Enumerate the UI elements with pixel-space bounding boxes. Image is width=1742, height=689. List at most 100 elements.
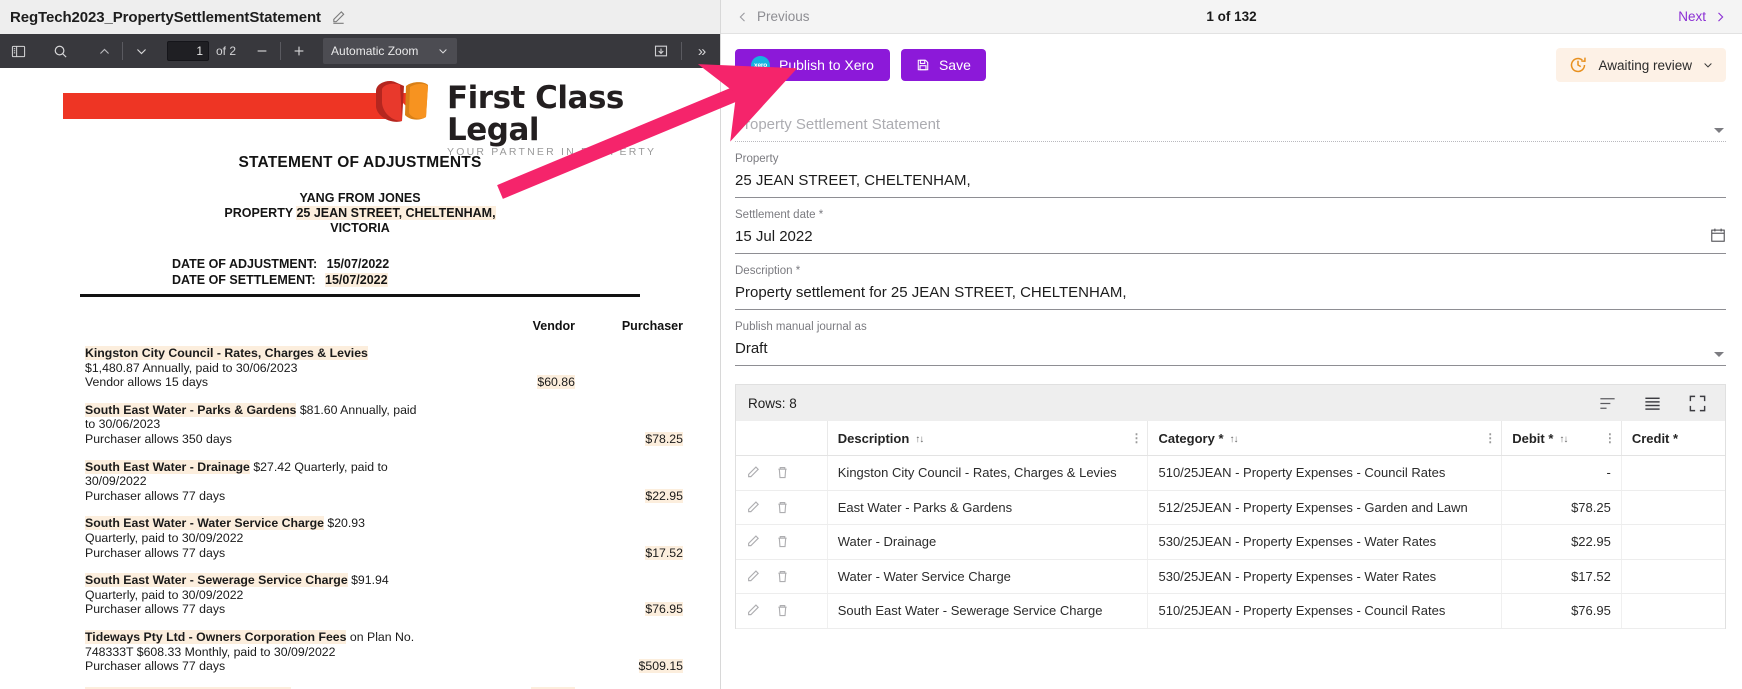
cell-category[interactable]: 512/25JEAN - Property Expenses - Garden … (1147, 490, 1503, 525)
cell-credit[interactable] (1621, 455, 1725, 491)
logo-wordmark: First Class Legal YOUR PARTNER IN PROPER… (447, 82, 720, 159)
cell-debit[interactable]: $17.52 (1501, 559, 1622, 594)
table-row[interactable]: Kingston City Council - Rates, Charges &… (736, 455, 1725, 491)
list-view-icon[interactable] (1643, 394, 1662, 413)
cell-debit[interactable]: - (1501, 455, 1622, 491)
logo-primary-text: First Class Legal (447, 80, 624, 148)
publish-journal-as-field[interactable]: Publish manual journal as Draft (735, 320, 1726, 366)
cell-debit[interactable]: $78.25 (1501, 490, 1622, 525)
cell-category[interactable]: 530/25JEAN - Property Expenses - Water R… (1147, 524, 1503, 560)
table-row[interactable]: Water - Drainage 530/25JEAN - Property Ex… (736, 524, 1725, 560)
line-item-purchaser-amount: $17.52 (645, 545, 683, 560)
pdf-toolbar: of 2 Automatic Zoom » (0, 34, 720, 68)
action-toolbar: xero Publish to Xero Save Awaiting revie… (721, 34, 1742, 82)
search-icon[interactable] (46, 38, 74, 64)
field-value[interactable]: 15 Jul 2022 (735, 222, 1726, 253)
line-item-detail: Quarterly, paid to 30/09/2022 (85, 587, 244, 602)
previous-record-button[interactable]: Previous (737, 9, 810, 24)
publish-to-xero-button[interactable]: xero Publish to Xero (735, 49, 890, 81)
table-row[interactable]: South East Water - Sewerage Service Char… (736, 593, 1725, 629)
extraction-form-pane: Previous 1 of 132 Next xero Publish to X… (721, 0, 1742, 689)
cell-description[interactable]: East Water - Parks & Gardens (827, 490, 1149, 525)
cell-credit[interactable] (1621, 524, 1725, 560)
line-item-detail: Quarterly, paid to 30/09/2022 (85, 530, 244, 545)
save-button[interactable]: Save (900, 49, 986, 81)
cell-category[interactable]: 530/25JEAN - Property Expenses - Water R… (1147, 559, 1503, 594)
document-column-headers: Vendor Purchaser (0, 319, 720, 333)
edit-row-icon[interactable] (746, 500, 761, 515)
calendar-icon[interactable] (1710, 227, 1726, 248)
edit-pencil-icon[interactable] (331, 10, 346, 25)
cell-description[interactable]: Kingston City Council - Rates, Charges &… (827, 455, 1149, 491)
field-label: Description * (735, 265, 801, 277)
status-label: Awaiting review (1598, 57, 1692, 73)
line-item-title: South East Water - Water Service Charge (85, 516, 324, 531)
next-label: Next (1678, 9, 1706, 24)
sort-indicator-icon[interactable]: ↑↓ (1559, 434, 1568, 445)
toolbar-divider-2 (280, 42, 282, 60)
zoom-level-select[interactable]: Automatic Zoom (323, 38, 458, 64)
pdf-title-bar: RegTech2023_PropertySettlementStatement (0, 0, 720, 34)
column-header-description[interactable]: Description ↑↓ ⋮ (827, 421, 1149, 456)
field-underline (735, 365, 1726, 366)
toolbar-divider (122, 42, 123, 60)
cell-description[interactable]: Water - Drainage (827, 524, 1149, 560)
edit-row-icon[interactable] (746, 569, 761, 584)
zoom-out-icon[interactable] (248, 38, 276, 64)
field-value[interactable]: Draft (735, 334, 1726, 365)
column-header-category[interactable]: Category * ↑↓ ⋮ (1147, 421, 1503, 456)
download-icon[interactable] (647, 38, 675, 64)
column-menu-icon[interactable]: ⋮ (1130, 432, 1142, 444)
cell-credit[interactable] (1621, 559, 1725, 594)
delete-row-icon[interactable] (775, 465, 790, 480)
pdf-viewer-pane: RegTech2023_PropertySettlementStatement (0, 0, 721, 689)
table-row[interactable]: East Water - Parks & Gardens 512/25JEAN -… (736, 490, 1725, 525)
party-name: YANG FROM JONES (299, 191, 421, 205)
next-page-icon[interactable] (127, 38, 155, 64)
next-record-button[interactable]: Next (1678, 9, 1726, 24)
edit-row-icon[interactable] (746, 534, 761, 549)
sidebar-toggle-icon[interactable] (4, 38, 32, 64)
settlement-statement-document: First Class Legal YOUR PARTNER IN PROPER… (0, 80, 720, 689)
edit-row-icon[interactable] (746, 465, 761, 480)
sort-indicator-icon[interactable]: ↑↓ (915, 434, 924, 445)
cell-credit[interactable] (1621, 593, 1725, 629)
cell-category[interactable]: 510/25JEAN - Property Expenses - Council… (1147, 593, 1503, 629)
delete-row-icon[interactable] (775, 500, 790, 515)
fullscreen-icon[interactable] (1688, 394, 1707, 413)
edit-row-icon[interactable] (746, 603, 761, 618)
property-field[interactable]: Property 25 JEAN STREET, CHELTENHAM, (735, 152, 1726, 198)
filter-icon[interactable] (1598, 394, 1617, 413)
more-tools-button[interactable]: » (688, 38, 716, 64)
cell-description[interactable]: Water - Water Service Charge (827, 559, 1149, 594)
property-line: PROPERTY 25 JEAN STREET, CHELTENHAM, (0, 206, 720, 221)
delete-row-icon[interactable] (775, 534, 790, 549)
previous-page-icon[interactable] (90, 38, 118, 64)
sort-indicator-icon[interactable]: ↑↓ (1230, 434, 1239, 445)
column-header-debit[interactable]: Debit * ↑↓ ⋮ (1501, 421, 1622, 456)
column-menu-icon[interactable]: ⋮ (1604, 432, 1616, 444)
previous-label: Previous (757, 9, 810, 24)
type-field[interactable]: Type Property Settlement Statement (735, 96, 1726, 142)
cell-debit[interactable]: $76.95 (1501, 593, 1622, 629)
table-row[interactable]: Water - Water Service Charge 530/25JEAN -… (736, 559, 1725, 594)
delete-row-icon[interactable] (775, 569, 790, 584)
field-label: Publish manual journal as (735, 321, 867, 333)
table-header-row: Description ↑↓ ⋮ Category * ↑↓ ⋮ Debit * ↑↓ ⋮ Cre… (736, 421, 1725, 456)
field-value[interactable]: Property settlement for 25 JEAN STREET, … (735, 278, 1726, 309)
page-number-input[interactable] (167, 41, 209, 61)
line-item-title: South East Water - Sewerage Service Char… (85, 573, 348, 588)
cell-description[interactable]: South East Water - Sewerage Service Char… (827, 593, 1149, 629)
description-field[interactable]: Description * Property settlement for 25 … (735, 264, 1726, 310)
cell-category[interactable]: 510/25JEAN - Property Expenses - Council… (1147, 455, 1503, 491)
column-menu-icon[interactable]: ⋮ (1484, 432, 1496, 444)
status-badge[interactable]: Awaiting review (1556, 48, 1726, 82)
chevron-down-icon (439, 49, 447, 54)
zoom-in-icon[interactable] (285, 38, 313, 64)
delete-row-icon[interactable] (775, 603, 790, 618)
document-line-item: South East Water - Drainage $27.42 Quart… (0, 459, 720, 504)
settlement-date-field[interactable]: Settlement date * 15 Jul 2022 (735, 208, 1726, 254)
cell-debit[interactable]: $22.95 (1501, 524, 1622, 560)
field-value[interactable]: 25 JEAN STREET, CHELTENHAM, (735, 166, 1726, 197)
cell-credit[interactable] (1621, 490, 1725, 525)
